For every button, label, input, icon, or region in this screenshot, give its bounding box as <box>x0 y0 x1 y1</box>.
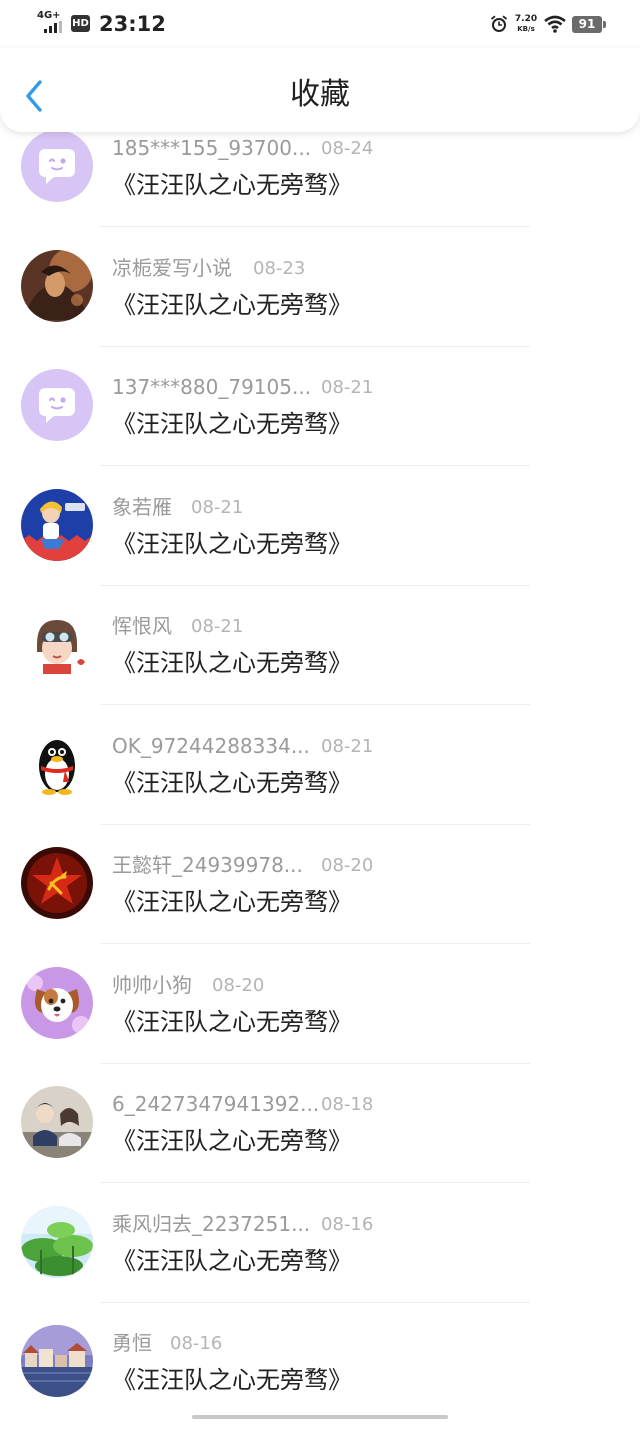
list-item[interactable]: 137***880_79105... 08-21 《汪汪队之心无旁骛》 <box>0 368 640 488</box>
list-item[interactable]: 象若雁 08-21 《汪汪队之心无旁骛》 <box>0 488 640 608</box>
item-date: 08-21 <box>191 496 244 518</box>
item-date: 08-20 <box>212 974 265 996</box>
avatar[interactable] <box>21 966 93 1039</box>
book-title[interactable]: 《汪汪队之心无旁骛》 <box>112 1245 352 1277</box>
avatar[interactable] <box>21 727 93 800</box>
book-title[interactable]: 《汪汪队之心无旁骛》 <box>112 767 352 799</box>
hd-badge: HD <box>71 15 90 32</box>
avatar[interactable] <box>21 369 93 441</box>
list-item[interactable]: 6_2427347941392... 08-18 《汪汪队之心无旁骛》 <box>0 1085 640 1205</box>
penguin-avatar-icon <box>21 727 93 800</box>
list-item[interactable]: 185***155_93700... 08-24 《汪汪队之心无旁骛》 <box>0 129 640 249</box>
user-name: 帅帅小狗 <box>112 972 192 997</box>
book-title[interactable]: 《汪汪队之心无旁骛》 <box>112 1006 352 1038</box>
clock: 23:12 <box>99 12 166 36</box>
list-item[interactable]: 凉栀爱写小说 08-23 《汪汪队之心无旁骛》 <box>0 249 640 369</box>
signal-icon <box>44 21 66 33</box>
town-scene-avatar-icon <box>21 1325 93 1397</box>
avatar[interactable] <box>21 249 93 322</box>
favorites-list: 185***155_93700... 08-24 《汪汪队之心无旁骛》 凉栀爱写… <box>0 129 640 1444</box>
avatar[interactable] <box>21 130 93 202</box>
item-date: 08-16 <box>170 1333 223 1354</box>
status-bar: 4G+ HD 23:12 7.20 KB/s 91 <box>0 0 640 48</box>
item-date: 08-18 <box>321 1094 374 1115</box>
divider <box>100 1062 530 1064</box>
home-indicator[interactable] <box>192 1415 448 1419</box>
avatar[interactable] <box>21 1325 93 1397</box>
divider <box>100 1301 530 1303</box>
default-chat-avatar-icon <box>21 130 93 202</box>
item-date: 08-20 <box>321 855 374 876</box>
list-item[interactable]: 帅帅小狗 08-20 《汪汪队之心无旁骛》 <box>0 966 640 1086</box>
page-title: 收藏 <box>290 77 350 112</box>
book-title[interactable]: 《汪汪队之心无旁骛》 <box>112 1125 352 1157</box>
book-title[interactable]: 《汪汪队之心无旁骛》 <box>112 408 352 440</box>
red-star-avatar-icon <box>21 847 93 919</box>
divider <box>100 1182 530 1183</box>
user-name: 勇恒 <box>112 1331 152 1355</box>
user-name: 6_2427347941392... <box>112 1092 320 1116</box>
divider <box>100 345 530 347</box>
photo-people-avatar-icon <box>21 1086 93 1158</box>
user-name: 王懿轩_24939978... <box>112 853 303 877</box>
item-date: 08-21 <box>321 377 374 398</box>
item-date: 08-16 <box>321 1213 374 1235</box>
avatar[interactable] <box>21 488 93 561</box>
list-item[interactable]: 王懿轩_24939978... 08-20 《汪汪队之心无旁骛》 <box>0 846 640 966</box>
wifi-icon <box>544 15 566 33</box>
book-title[interactable]: 《汪汪队之心无旁骛》 <box>112 528 352 560</box>
book-title[interactable]: 《汪汪队之心无旁骛》 <box>112 886 352 918</box>
user-name: 象若雁 <box>112 494 172 519</box>
network-speed-value: 7.20 <box>514 14 538 24</box>
divider <box>100 584 530 586</box>
puppy-avatar-icon <box>21 966 93 1039</box>
cartoon-pilot-avatar-icon <box>21 608 93 680</box>
top-bar: 收藏 <box>0 48 640 132</box>
illustration-avatar-icon <box>21 249 93 322</box>
divider <box>100 704 530 705</box>
divider <box>100 226 530 227</box>
list-item[interactable]: 乘风归去_2237251... 08-16 《汪汪队之心无旁骛》 <box>0 1205 640 1325</box>
user-name: OK_97244288334... <box>112 733 310 758</box>
default-chat-avatar-icon <box>21 369 93 441</box>
list-item[interactable]: 勇恒 08-16 《汪汪队之心无旁骛》 <box>0 1324 640 1444</box>
alarm-icon <box>490 15 508 32</box>
book-title[interactable]: 《汪汪队之心无旁骛》 <box>112 647 352 679</box>
item-date: 08-24 <box>321 138 374 159</box>
avatar[interactable] <box>21 847 93 919</box>
network-speed-unit: KB/s <box>517 25 535 33</box>
cartoon-girl-avatar-icon <box>21 488 93 561</box>
user-name: 137***880_79105... <box>112 375 312 399</box>
battery-level: 91 <box>572 16 602 33</box>
avatar[interactable] <box>21 608 93 680</box>
divider <box>100 465 530 466</box>
divider <box>100 943 530 944</box>
book-title[interactable]: 《汪汪队之心无旁骛》 <box>112 289 352 321</box>
book-title[interactable]: 《汪汪队之心无旁骛》 <box>112 169 352 201</box>
divider <box>100 823 530 825</box>
battery-cap <box>603 21 606 28</box>
item-date: 08-23 <box>253 257 306 279</box>
lotus-leaf-avatar-icon <box>21 1205 93 1278</box>
user-name: 乘风归去_2237251... <box>112 1211 311 1236</box>
user-name: 凉栀爱写小说 <box>112 255 232 280</box>
item-date: 08-21 <box>321 735 374 757</box>
network-speed: 7.20 KB/s <box>514 14 538 34</box>
user-name: 恽恨风 <box>112 614 172 638</box>
book-title[interactable]: 《汪汪队之心无旁骛》 <box>112 1364 352 1396</box>
item-date: 08-21 <box>191 616 244 637</box>
list-item[interactable]: OK_97244288334... 08-21 《汪汪队之心无旁骛》 <box>0 727 640 847</box>
user-name: 185***155_93700... <box>112 136 312 160</box>
network-type: 4G+ <box>37 10 61 21</box>
list-item[interactable]: 恽恨风 08-21 《汪汪队之心无旁骛》 <box>0 607 640 727</box>
avatar[interactable] <box>21 1086 93 1158</box>
avatar[interactable] <box>21 1205 93 1278</box>
